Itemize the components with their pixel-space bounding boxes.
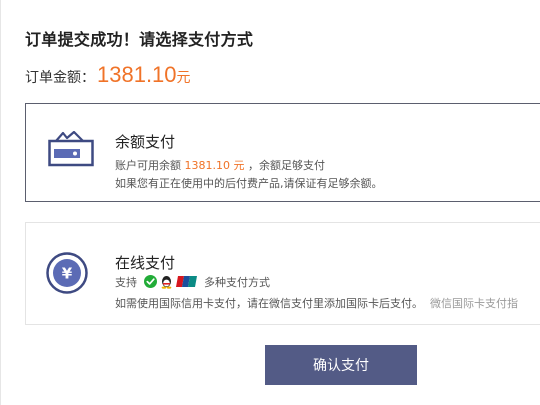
- payment-option-online[interactable]: ¥ 在线支付 支持 多种支付方式 如需使用国际信用卡支付，请在微信支付里添加国际…: [25, 222, 540, 325]
- unionpay-icon: [175, 275, 198, 291]
- page-title: 订单提交成功！请选择支付方式: [25, 30, 254, 49]
- order-amount-value: 1381.10: [97, 62, 177, 87]
- online-support-text: 支持 多种支付方式: [115, 274, 270, 292]
- yuan-coin-icon: ¥: [46, 252, 88, 298]
- order-amount-row: 订单金额：1381.10元: [25, 62, 191, 88]
- payment-option-title: 在线支付: [115, 254, 176, 272]
- payment-option-balance[interactable]: 余额支付 账户可用余额 1381.10 元 ，余额足够支付 如果您有正在使用中的…: [25, 103, 540, 202]
- intl-card-hint: 微信国际卡支付指: [430, 297, 518, 310]
- order-amount-label: 订单金额：: [25, 70, 95, 86]
- qq-pay-icon: [160, 275, 173, 292]
- wallet-icon: [48, 130, 94, 171]
- order-amount-unit: 元: [176, 70, 191, 86]
- balance-amount: 1381.10 元: [184, 159, 245, 172]
- wechat-pay-icon: [143, 275, 157, 291]
- svg-text:¥: ¥: [62, 265, 73, 283]
- online-note-text: 如需使用国际信用卡支付，请在微信支付里添加国际卡后支付。 微信国际卡支付指: [115, 297, 518, 310]
- balance-available-text: 账户可用余额 1381.10 元 ，余额足够支付: [115, 159, 325, 172]
- confirm-payment-button[interactable]: 确认支付: [265, 345, 417, 385]
- payment-option-title: 余额支付: [115, 133, 176, 151]
- left-edge-divider: [0, 0, 1, 405]
- balance-note-text: 如果您有正在使用中的后付费产品,请保证有足够余额。: [115, 177, 383, 190]
